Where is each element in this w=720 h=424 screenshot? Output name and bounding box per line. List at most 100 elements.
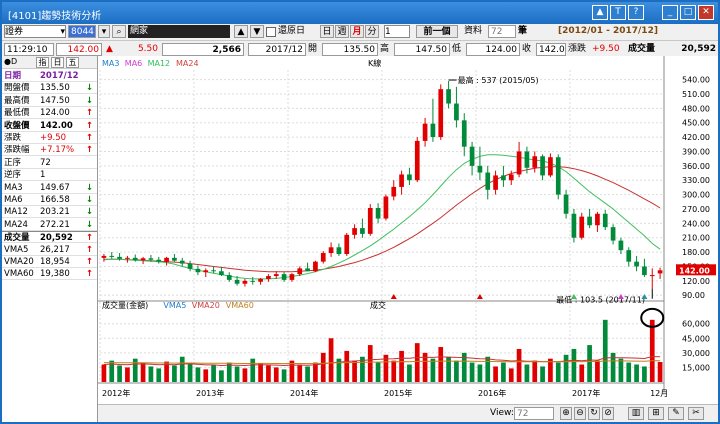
volume-bar [532,360,538,382]
code-input[interactable]: 8044 [68,25,96,38]
candle-body [156,259,162,262]
volume-bar [508,368,514,382]
legend-item: MA6 [125,59,142,68]
x-axis-label: 2012年 [102,388,130,398]
candle-body [109,255,115,257]
candle-body [140,258,146,261]
candle-body [273,274,279,277]
candle-body [383,196,389,219]
candle-body [313,261,318,272]
prev-button[interactable]: 前一個 [416,25,458,38]
candle-body [234,279,240,284]
candle-body [289,274,295,280]
volume-bar [516,348,522,382]
side-row-value: 2017/12 [40,71,79,81]
candle-body [454,103,459,121]
period-count-input[interactable]: 1 [384,25,410,38]
prev-arrow-button[interactable]: ▲ [234,25,248,38]
quote-date: 2017/12 [248,43,306,56]
volume-bar [281,369,287,382]
help-icon[interactable]: ? [628,5,644,20]
volume-bar [391,360,397,382]
text-icon[interactable]: T [610,5,626,20]
zoom-in-icon[interactable]: ⊕ [560,407,572,420]
date-range: [2012/01 - 2017/12] [558,26,658,36]
candle-body [438,89,444,138]
side-row: 最高價 147.50 ↓ [2,95,97,107]
tools-icon[interactable]: ✂ [688,407,704,420]
zoom-out-icon[interactable]: ⊖ [574,407,586,420]
volume-bar [125,367,130,382]
side-tab-2[interactable]: 五 [66,57,79,68]
volume-bar [493,366,498,382]
side-tab-0[interactable]: 指 [36,57,49,68]
tab-period-2[interactable]: 月 [350,25,364,38]
candle-body [375,208,381,219]
refresh-icon[interactable]: ↻ [588,407,600,420]
edit-icon[interactable]: ✎ [668,407,684,420]
candle-body [101,255,107,258]
close-icon[interactable]: ✕ [698,5,714,20]
side-row-value: 166.58 [40,195,70,205]
tab-period-3[interactable]: 分 [365,25,379,38]
side-row: MA24 272.21 ↓ [2,219,97,231]
candle-body [446,89,451,104]
restore-checkbox[interactable] [266,27,276,37]
minimize-icon[interactable]: _ [662,5,678,20]
chart-area[interactable]: 540.00 510.00 480.00 450.00 420.00 390.00 360.… [98,56,718,404]
candle-body [469,146,475,166]
side-row: 收盤價 142.00 ↑ [2,120,97,132]
candle-body [360,228,365,234]
candle-body [219,271,224,276]
data-count-input[interactable]: 72 [488,25,516,38]
side-row-label: 逆序 [4,170,22,181]
toolbar: 證券 ▾ 8044 ▾ ⌕ 網家 ▲ ▼ 還原日 日週月分 1 前一個 資料 7… [2,24,718,41]
volume-bar [563,354,569,382]
search-icon[interactable]: ⌕ [112,25,126,38]
dropdown-button[interactable]: ▾ [98,25,110,38]
volume-bar [203,369,209,382]
quote-price: 142.00 [56,43,102,56]
volume-bar [524,364,530,382]
toggle-icon[interactable]: ⊞ [648,407,664,420]
volume-bar [485,356,491,382]
candlestick-chart[interactable]: 540.00 510.00 480.00 450.00 420.00 390.00 360.… [98,56,718,404]
side-row: 成交量 20,592 ↑ [2,231,97,244]
high-value: 147.50 [394,43,450,56]
arrow-down-icon: ↓ [86,83,94,94]
volume-bar [156,368,162,382]
volume-bar [438,347,444,382]
arrow-down-icon: ↓ [86,219,94,230]
candle-body [391,186,397,197]
open-value: 135.50 [322,43,378,56]
candle-body [250,280,256,282]
view-input[interactable]: 72 [514,407,554,420]
tab-period-1[interactable]: 週 [335,25,349,38]
arrow-up-icon: ↑ [86,133,94,143]
candle-body [328,247,334,254]
volume-bar [266,365,271,382]
arrow-up-icon: ↑ [86,233,94,244]
x-axis-label: 2015年 [384,388,412,398]
candle-body [642,266,647,276]
triangle-icon[interactable]: ▲ [592,5,608,20]
price-tick-label: 360.00 [682,162,710,171]
volume-bar [250,358,256,382]
market-select[interactable]: 證券 ▾ [4,25,66,38]
volume-bar [477,364,483,382]
open-label: 開 [308,44,318,54]
indicator-icon[interactable]: ●D [4,57,17,66]
tab-period-0[interactable]: 日 [320,25,334,38]
bar-icon[interactable]: ▥ [628,407,644,420]
maximize-icon[interactable]: □ [680,5,696,20]
candle-body [344,234,350,254]
reset-icon[interactable]: ⊘ [602,407,614,420]
next-arrow-button[interactable]: ▼ [250,25,264,38]
side-tabs: ●D 指日五 [2,56,97,69]
candle-body [548,157,553,176]
candle-body [305,268,310,272]
side-tab-1[interactable]: 日 [51,57,64,68]
price-tick-label: 180.00 [682,248,710,257]
legend-item: MA24 [176,59,199,68]
candle-body [164,257,169,262]
